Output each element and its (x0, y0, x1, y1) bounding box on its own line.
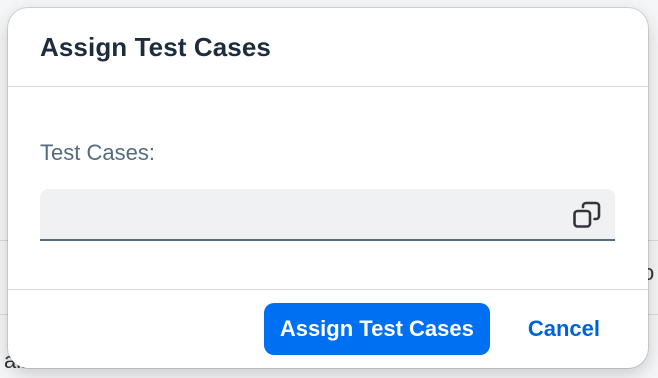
assign-test-cases-button[interactable]: Assign Test Cases (263, 303, 490, 355)
dialog-header: Assign Test Cases (8, 8, 648, 87)
dialog-title: Assign Test Cases (40, 31, 271, 62)
cancel-button[interactable]: Cancel (512, 303, 616, 355)
test-cases-input-container (40, 189, 615, 241)
dialog-footer: Assign Test Cases Cancel (8, 289, 648, 368)
dialog-content: Test Cases: (8, 87, 648, 289)
test-cases-label: Test Cases: (40, 140, 155, 165)
assign-test-cases-dialog: Assign Test Cases Test Cases: Assign Tes… (8, 8, 648, 368)
value-help-icon[interactable] (571, 199, 603, 231)
test-cases-input[interactable] (40, 189, 560, 239)
